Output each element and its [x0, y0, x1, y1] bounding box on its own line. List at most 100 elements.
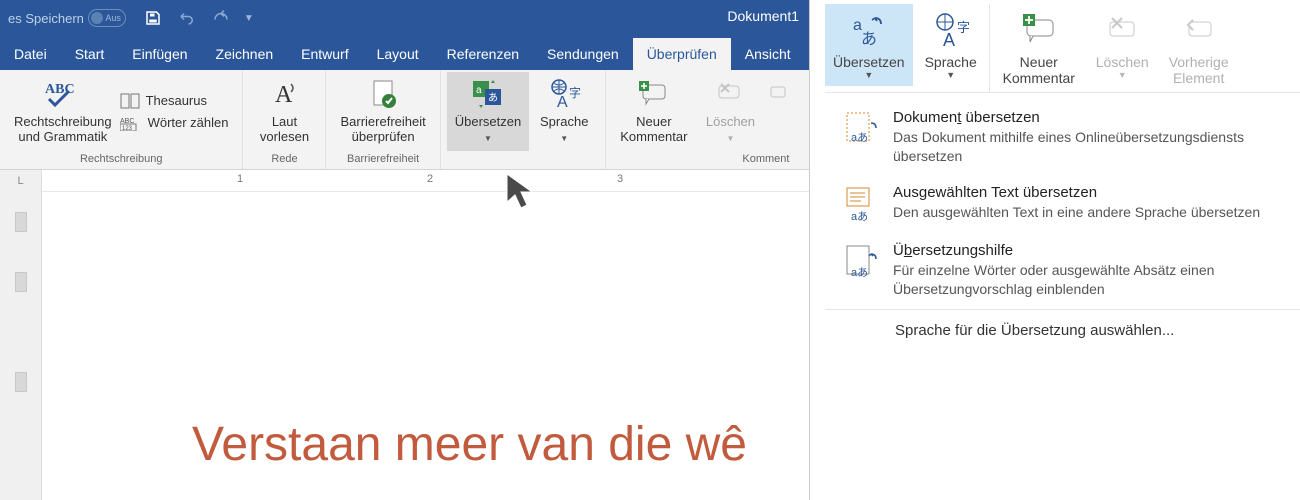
tab-datei[interactable]: Datei — [0, 38, 61, 70]
translate-selection-icon: aあ — [843, 186, 881, 224]
previous-comment-button: VorherigeElement — [1161, 4, 1237, 92]
proofing-small-buttons: Thesaurus ABC123 Wörter zählen — [120, 72, 237, 151]
autosave-toggle[interactable]: es Speichern Aus — [0, 9, 134, 27]
accessibility-icon — [368, 76, 398, 112]
language-button[interactable]: A字 Sprache ▼ — [917, 4, 985, 86]
group-speech: A Lautvorlesen Rede — [243, 70, 326, 169]
svg-text:aあ: aあ — [851, 210, 868, 223]
group-label-accessibility: Barrierefreiheit — [326, 151, 439, 169]
group-label-proofing: Rechtschreibung — [0, 151, 242, 169]
wordcount-icon: ABC123 — [120, 115, 142, 131]
page[interactable]: Verstaan meer van die wê — [42, 192, 809, 500]
quick-access-toolbar: ▼ — [134, 9, 264, 27]
previous-comment-icon — [1181, 8, 1217, 52]
ribbon-tabs: Datei Start Einfügen Zeichnen Entwurf La… — [0, 36, 809, 70]
ruler: L 1 2 3 — [0, 170, 809, 192]
autosave-label: es Speichern — [8, 11, 84, 26]
document-area: Verstaan meer van die wê — [0, 192, 809, 500]
group-label-speech: Rede — [243, 151, 325, 169]
chevron-down-icon: ▼ — [864, 70, 873, 80]
translation-help-icon: aあ — [843, 244, 881, 282]
delete-comment-button: Löschen▼ — [695, 72, 765, 151]
language-button[interactable]: A字 Sprache▼ — [529, 72, 599, 151]
group-language: aあ Übersetzen▼ A字 Sprache▼ S — [441, 70, 606, 169]
accessibility-button[interactable]: Barrierefreiheitüberprüfen — [332, 72, 433, 151]
vertical-ruler[interactable] — [0, 192, 42, 500]
chevron-down-icon: ▼ — [946, 70, 955, 80]
document-heading: Verstaan meer van die wê — [192, 417, 747, 472]
group-accessibility: Barrierefreiheitüberprüfen Barrierefreih… — [326, 70, 440, 169]
save-icon[interactable] — [144, 9, 162, 27]
menu-item-title: Ausgewählten Text übersetzen — [893, 184, 1286, 201]
svg-text:aあ: aあ — [851, 266, 868, 279]
document-title: Dokument1 — [727, 8, 799, 24]
svg-text:字: 字 — [569, 85, 581, 100]
tab-zeichnen[interactable]: Zeichnen — [202, 38, 288, 70]
group-comments: NeuerKommentar Löschen▼ Komment — [606, 70, 793, 169]
thesaurus-button[interactable]: Thesaurus — [120, 93, 229, 109]
undo-icon[interactable] — [176, 9, 198, 27]
tab-einfuegen[interactable]: Einfügen — [118, 38, 201, 70]
tab-start[interactable]: Start — [61, 38, 119, 70]
translate-menu: aあ Dokument übersetzen Das Dokument mith… — [825, 93, 1300, 351]
chevron-down-icon: ▼ — [726, 134, 734, 143]
svg-text:あ: あ — [861, 30, 877, 48]
menu-item-title: Übersetzungshilfe — [893, 242, 1286, 259]
read-aloud-button[interactable]: A Lautvorlesen — [249, 72, 319, 151]
spellcheck-button[interactable]: ABC Rechtschreibungund Grammatik — [6, 72, 120, 151]
translate-button[interactable]: aあ Übersetzen ▼ — [825, 4, 913, 86]
mini-ribbon: aあ Übersetzen ▼ A字 Sprache ▼ NeuerKommen… — [825, 0, 1300, 93]
translate-dropdown-panel: aあ Übersetzen ▼ A字 Sprache ▼ NeuerKommen… — [825, 0, 1300, 500]
thesaurus-icon — [120, 93, 140, 109]
ribbon: ABC Rechtschreibungund Grammatik Thesaur… — [0, 70, 809, 170]
group-proofing: ABC Rechtschreibungund Grammatik Thesaur… — [0, 70, 243, 169]
prev-comment-button-partial — [765, 72, 787, 151]
spellcheck-icon: ABC — [41, 76, 85, 112]
tab-ueberpruefen[interactable]: Überprüfen — [633, 38, 731, 70]
qat-dropdown-icon[interactable]: ▼ — [244, 13, 254, 24]
menu-item-desc: Den ausgewählten Text in eine andere Spr… — [893, 203, 1286, 222]
read-aloud-icon: A — [269, 76, 299, 112]
svg-text:A: A — [943, 30, 955, 50]
horizontal-ruler[interactable]: 1 2 3 — [42, 170, 809, 192]
chevron-down-icon: ▼ — [484, 134, 492, 143]
svg-text:aあ: aあ — [851, 131, 868, 144]
tab-sendungen[interactable]: Sendungen — [533, 38, 633, 70]
toggle-switch[interactable]: Aus — [88, 9, 126, 27]
menu-item-select-language[interactable]: Sprache für die Übersetzung auswählen... — [825, 309, 1300, 351]
translate-icon: aあ — [471, 76, 505, 112]
new-comment-icon — [1019, 8, 1059, 52]
redo-icon[interactable] — [212, 9, 230, 27]
group-label-comments: Komment — [606, 151, 793, 169]
word-window: es Speichern Aus ▼ Dokument1 Datei Start… — [0, 0, 810, 500]
tab-entwurf[interactable]: Entwurf — [287, 38, 362, 70]
delete-comment-icon — [715, 76, 745, 112]
wordcount-button[interactable]: ABC123 Wörter zählen — [120, 115, 229, 131]
svg-text:字: 字 — [957, 20, 970, 35]
menu-item-translate-selection[interactable]: aあ Ausgewählten Text übersetzen Den ausg… — [825, 176, 1300, 234]
svg-text:あ: あ — [488, 92, 498, 104]
prev-comment-icon — [769, 76, 787, 112]
tab-referenzen[interactable]: Referenzen — [433, 38, 533, 70]
menu-item-title: Dokument übersetzen — [893, 109, 1286, 126]
svg-text:A: A — [557, 94, 568, 111]
language-icon: A字 — [931, 8, 971, 52]
translate-document-icon: aあ — [843, 111, 881, 149]
translate-button[interactable]: aあ Übersetzen▼ — [447, 72, 529, 151]
svg-text:ABC: ABC — [45, 82, 75, 97]
new-comment-button[interactable]: NeuerKommentar — [994, 4, 1084, 92]
new-comment-button[interactable]: NeuerKommentar — [612, 72, 695, 151]
svg-text:a: a — [476, 85, 482, 96]
menu-item-translation-help[interactable]: aあ Übersetzungshilfe Für einzelne Wörter… — [825, 234, 1300, 309]
chevron-down-icon: ▼ — [1118, 70, 1127, 80]
tab-ansicht[interactable]: Ansicht — [731, 38, 805, 70]
ruler-corner: L — [0, 170, 42, 192]
chevron-down-icon: ▼ — [560, 134, 568, 143]
svg-text:A: A — [275, 82, 293, 108]
tab-layout[interactable]: Layout — [363, 38, 433, 70]
menu-item-translate-document[interactable]: aあ Dokument übersetzen Das Dokument mith… — [825, 101, 1300, 176]
delete-comment-icon — [1104, 8, 1140, 52]
svg-text:123: 123 — [122, 126, 133, 131]
title-bar: es Speichern Aus ▼ Dokument1 — [0, 0, 809, 36]
menu-item-desc: Für einzelne Wörter oder ausgewählte Abs… — [893, 261, 1286, 299]
